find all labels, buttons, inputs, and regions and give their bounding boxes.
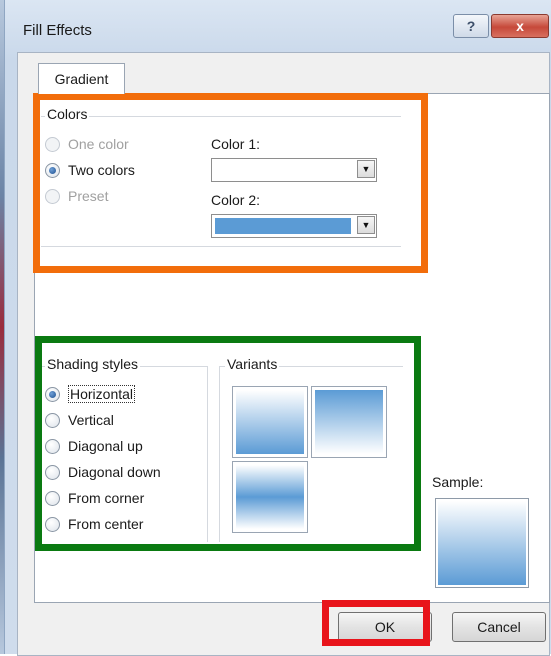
radio-two-colors-label: Two colors [68, 162, 135, 178]
close-button[interactable]: x [491, 14, 549, 38]
gradient-tab-panel: Colors One color Two colors Preset Color… [34, 93, 550, 603]
radio-diagonal-up-label: Diagonal up [68, 438, 143, 454]
chevron-down-icon[interactable]: ▼ [357, 216, 375, 234]
variant-option-3[interactable] [232, 461, 308, 533]
radio-two-colors-indicator [45, 162, 60, 178]
radio-vertical-indicator [45, 412, 60, 428]
variant-1-preview [236, 390, 304, 454]
colors-group-bottom [41, 246, 401, 247]
tab-gradient-label: Gradient [54, 71, 109, 87]
radio-horizontal[interactable]: Horizontal [45, 384, 136, 404]
cancel-button[interactable]: Cancel [452, 612, 546, 642]
colors-group-label: Colors [45, 106, 90, 122]
shading-group-label: Shading styles [45, 356, 141, 372]
radio-from-corner-indicator [45, 490, 60, 506]
chevron-down-icon[interactable]: ▼ [357, 160, 375, 178]
radio-diagonal-down-label: Diagonal down [68, 464, 161, 480]
fill-effects-dialog: Fill Effects ? x Gradient Colors One col… [4, 0, 551, 656]
help-icon: ? [466, 18, 476, 34]
radio-diagonal-up-indicator [45, 438, 60, 454]
sample-label: Sample: [432, 474, 484, 490]
radio-diagonal-down[interactable]: Diagonal down [45, 462, 161, 482]
radio-two-colors[interactable]: Two colors [45, 160, 135, 180]
ok-button-label: OK [374, 619, 396, 635]
radio-one-color-indicator [45, 136, 60, 152]
color2-swatch [215, 218, 351, 234]
radio-horizontal-indicator [45, 386, 60, 402]
radio-vertical-label: Vertical [68, 412, 114, 428]
variants-group-left-edge [219, 366, 220, 542]
dialog-client-area: Gradient Colors One color Two colors Pre… [17, 52, 550, 656]
radio-horizontal-label: Horizontal [68, 385, 136, 403]
help-button[interactable]: ? [453, 14, 489, 38]
sample-gradient [438, 501, 526, 585]
shading-group-right-edge [207, 366, 208, 542]
close-icon: x [516, 18, 524, 34]
variant-option-2[interactable] [311, 386, 387, 458]
radio-from-center-label: From center [68, 516, 144, 532]
sample-preview [435, 498, 529, 588]
radio-one-color-label: One color [68, 136, 129, 152]
radio-from-corner[interactable]: From corner [45, 488, 144, 508]
tab-gradient[interactable]: Gradient [38, 63, 125, 94]
radio-from-corner-label: From corner [68, 490, 145, 506]
radio-from-center[interactable]: From center [45, 514, 143, 534]
radio-one-color[interactable]: One color [45, 134, 129, 154]
radio-diagonal-up[interactable]: Diagonal up [45, 436, 143, 456]
radio-preset-indicator [45, 188, 60, 204]
variant-option-1[interactable] [232, 386, 308, 458]
title-bar[interactable]: Fill Effects ? x [5, 0, 551, 52]
color2-label: Color 2: [211, 192, 261, 208]
variants-group-label: Variants [225, 356, 280, 372]
variant-2-preview [315, 390, 383, 454]
radio-vertical[interactable]: Vertical [45, 410, 114, 430]
ok-button[interactable]: OK [338, 612, 432, 642]
color1-label: Color 1: [211, 136, 261, 152]
color1-dropdown[interactable]: ▼ [211, 158, 377, 182]
radio-preset-label: Preset [68, 188, 109, 204]
dialog-title: Fill Effects [23, 22, 92, 39]
radio-diagonal-down-indicator [45, 464, 60, 480]
cancel-button-label: Cancel [477, 619, 521, 635]
variant-3-preview [236, 465, 304, 529]
radio-from-center-indicator [45, 516, 60, 532]
radio-preset[interactable]: Preset [45, 186, 108, 206]
color1-swatch [215, 162, 351, 178]
color2-dropdown[interactable]: ▼ [211, 214, 377, 238]
colors-group-frame [41, 116, 401, 117]
